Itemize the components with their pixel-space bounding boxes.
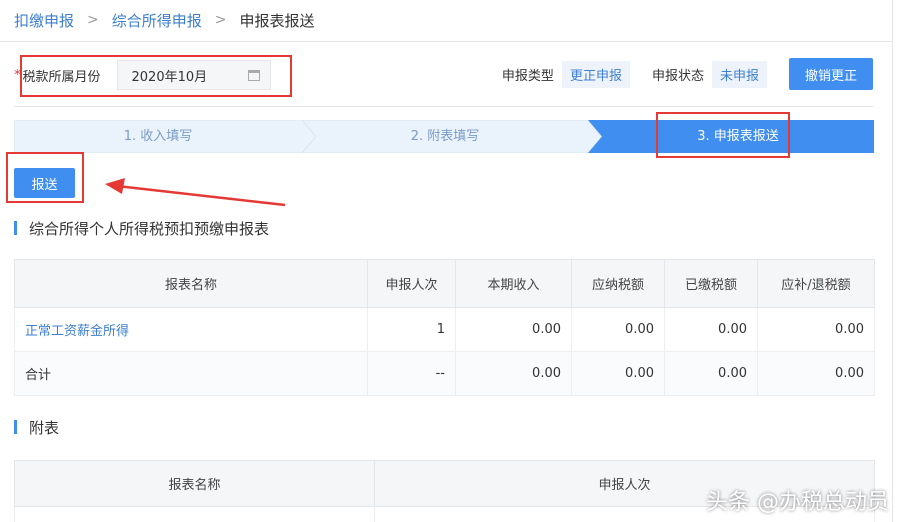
watermark: 头条 @办税总动员 bbox=[706, 490, 889, 515]
table-cell: 0.00 bbox=[664, 307, 758, 352]
declaration-status-badge: 未申报 bbox=[711, 60, 767, 88]
table-cell: 0.00 bbox=[664, 351, 758, 396]
main-table-title: 综合所得个人所得税预扣预缴申报表 bbox=[29, 219, 270, 238]
column-header: 应纳税额 bbox=[571, 259, 665, 308]
attachment-section: 附表 bbox=[14, 416, 59, 438]
section-marker bbox=[14, 221, 17, 235]
column-header: 已缴税额 bbox=[664, 259, 758, 308]
table-row: 正常工资薪金所得 1 0.00 0.00 0.00 0.00 bbox=[14, 307, 875, 352]
chevron-right-icon: > bbox=[214, 12, 227, 28]
breadcrumb: 扣缴申报 > 综合所得申报 > 申报表报送 bbox=[14, 8, 315, 32]
annotation-arrow bbox=[105, 178, 286, 207]
report-name-link[interactable]: 正常工资薪金所得 bbox=[25, 324, 129, 339]
table-cell: 0.00 bbox=[455, 307, 572, 352]
column-header: 应补/退税额 bbox=[757, 259, 875, 308]
table-cell: 0.00 bbox=[757, 351, 875, 396]
table-header-row: 报表名称 申报人次 本期收入 应纳税额 已缴税额 应补/退税额 bbox=[14, 259, 875, 308]
declaration-info: 申报类型 更正申报 申报状态 未申报 撤销更正 bbox=[502, 58, 873, 90]
table-cell: 0.00 bbox=[455, 351, 572, 396]
breadcrumb-comprehensive-income[interactable]: 综合所得申报 bbox=[112, 10, 202, 31]
column-header: 报表名称 bbox=[14, 460, 375, 507]
highlight-box-step bbox=[656, 112, 790, 158]
breadcrumb-withholding-declaration[interactable]: 扣缴申报 bbox=[14, 10, 74, 31]
revoke-correction-button[interactable]: 撤销更正 bbox=[788, 58, 873, 90]
section-marker bbox=[14, 420, 17, 434]
declaration-status-label: 申报状态 bbox=[651, 68, 704, 84]
highlight-box-submit bbox=[6, 152, 84, 203]
table-cell: 0.00 bbox=[571, 307, 665, 352]
step-income-entry[interactable]: 1. 收入填写 bbox=[14, 120, 302, 153]
column-header: 报表名称 bbox=[14, 259, 368, 308]
table-cell bbox=[14, 506, 375, 522]
table-cell: -- bbox=[367, 351, 456, 396]
table-cell: 0.00 bbox=[571, 351, 665, 396]
table-cell: 1 bbox=[367, 307, 456, 352]
report-name-cell: 正常工资薪金所得 bbox=[14, 307, 368, 352]
content-border bbox=[892, 0, 893, 522]
chevron-right-icon: > bbox=[87, 12, 99, 28]
table-row-total: 合计 -- 0.00 0.00 0.00 0.00 bbox=[14, 351, 875, 396]
total-label-cell: 合计 bbox=[14, 351, 368, 396]
declaration-type-badge: 更正申报 bbox=[561, 60, 630, 88]
column-header: 本期收入 bbox=[455, 259, 572, 308]
breadcrumb-current: 申报表报送 bbox=[239, 11, 315, 30]
main-table-section: 综合所得个人所得税预扣预缴申报表 bbox=[14, 217, 269, 239]
table-cell: 0.00 bbox=[757, 307, 875, 352]
column-header: 申报人次 bbox=[367, 259, 456, 308]
header-divider bbox=[0, 41, 893, 42]
attachment-title: 附表 bbox=[29, 418, 60, 437]
declaration-summary-table: 报表名称 申报人次 本期收入 应纳税额 已缴税额 应补/退税额 正常工资薪金所得… bbox=[14, 259, 875, 396]
step-attachment-entry[interactable]: 2. 附表填写 bbox=[302, 120, 588, 153]
declaration-type-label: 申报类型 bbox=[501, 68, 554, 84]
section-divider bbox=[14, 106, 873, 107]
highlight-box-month bbox=[20, 55, 292, 97]
